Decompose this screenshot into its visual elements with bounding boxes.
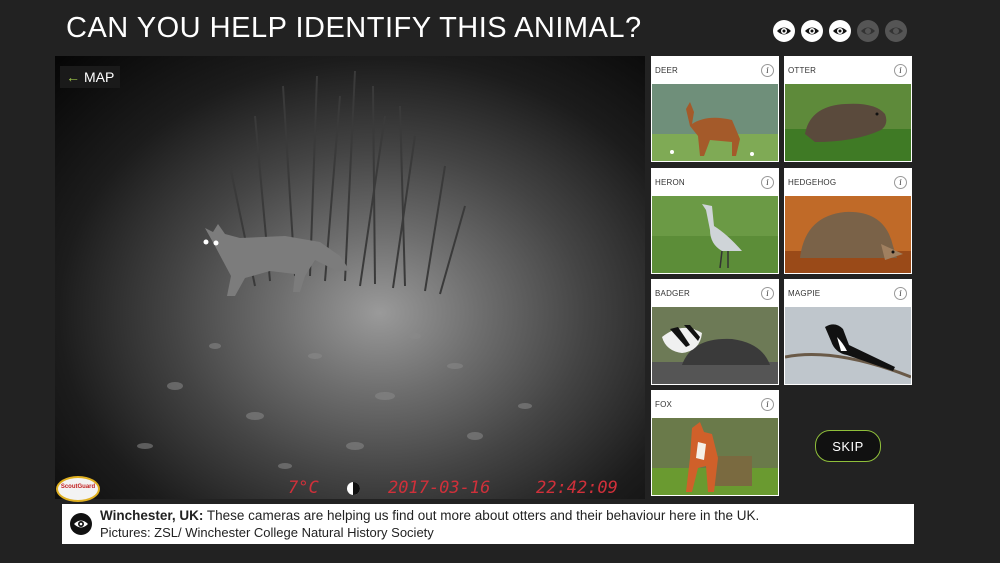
option-label: HERON <box>655 177 685 187</box>
arrow-left-icon: ← <box>66 69 80 85</box>
progress-eye-icon <box>801 20 823 42</box>
skip-button[interactable]: SKIP <box>815 430 881 462</box>
deer-photo <box>652 84 778 161</box>
progress-eye-icon <box>885 20 907 42</box>
heron-photo <box>652 196 778 273</box>
progress-eye-icon <box>857 20 879 42</box>
caption-line: Winchester, UK: These cameras are helpin… <box>100 508 759 523</box>
otter-photo <box>785 84 911 161</box>
back-to-map-link[interactable]: ← MAP <box>60 66 121 88</box>
map-link-label: MAP <box>84 69 115 85</box>
option-label: MAGPIE <box>788 288 821 298</box>
progress-eye-icon <box>829 20 851 42</box>
option-card-heron[interactable]: HERON i <box>651 168 779 274</box>
eye-icon <box>70 513 92 535</box>
info-icon[interactable]: i <box>761 286 774 300</box>
option-label: HEDGEHOG <box>788 177 837 187</box>
caption-credits: Pictures: ZSL/ Winchester College Natura… <box>100 525 434 540</box>
osd-temperature: 7°C <box>288 478 319 498</box>
info-icon[interactable]: i <box>894 175 907 189</box>
caption-text: These cameras are helping us find out mo… <box>203 508 760 523</box>
osd-date: 2017-03-16 <box>388 478 491 498</box>
info-icon[interactable]: i <box>894 63 907 77</box>
option-card-badger[interactable]: BADGER i <box>651 279 779 385</box>
info-icon[interactable]: i <box>761 175 774 189</box>
hedgehog-photo <box>785 196 911 273</box>
night-scene-illustration <box>137 70 532 469</box>
option-card-hedgehog[interactable]: HEDGEHOG i <box>784 168 912 274</box>
option-card-magpie[interactable]: MAGPIE i <box>784 279 912 385</box>
osd-time: 22:42:09 <box>536 478 618 498</box>
progress-eye-icon <box>773 20 795 42</box>
info-icon[interactable]: i <box>894 286 907 300</box>
info-icon[interactable]: i <box>761 397 774 411</box>
magpie-photo <box>785 307 911 384</box>
progress-indicator <box>773 20 907 42</box>
caption-location: Winchester, UK: <box>100 508 204 523</box>
option-label: BADGER <box>655 288 690 298</box>
caption-bar: Winchester, UK: These cameras are helpin… <box>62 504 914 544</box>
option-label: DEER <box>655 65 679 75</box>
camera-brand-logo: ScoutGuard <box>56 476 100 502</box>
moon-phase-icon <box>347 482 360 495</box>
option-label: OTTER <box>788 65 817 75</box>
fox-photo <box>652 418 778 495</box>
badger-photo <box>652 307 778 384</box>
option-label: FOX <box>655 399 673 409</box>
page-title: CAN YOU HELP IDENTIFY THIS ANIMAL? <box>66 12 642 44</box>
option-card-fox[interactable]: FOX i <box>651 390 779 496</box>
camera-trap-image <box>55 56 645 499</box>
info-icon[interactable]: i <box>761 63 774 77</box>
option-card-otter[interactable]: OTTER i <box>784 56 912 162</box>
option-card-deer[interactable]: DEER i <box>651 56 779 162</box>
